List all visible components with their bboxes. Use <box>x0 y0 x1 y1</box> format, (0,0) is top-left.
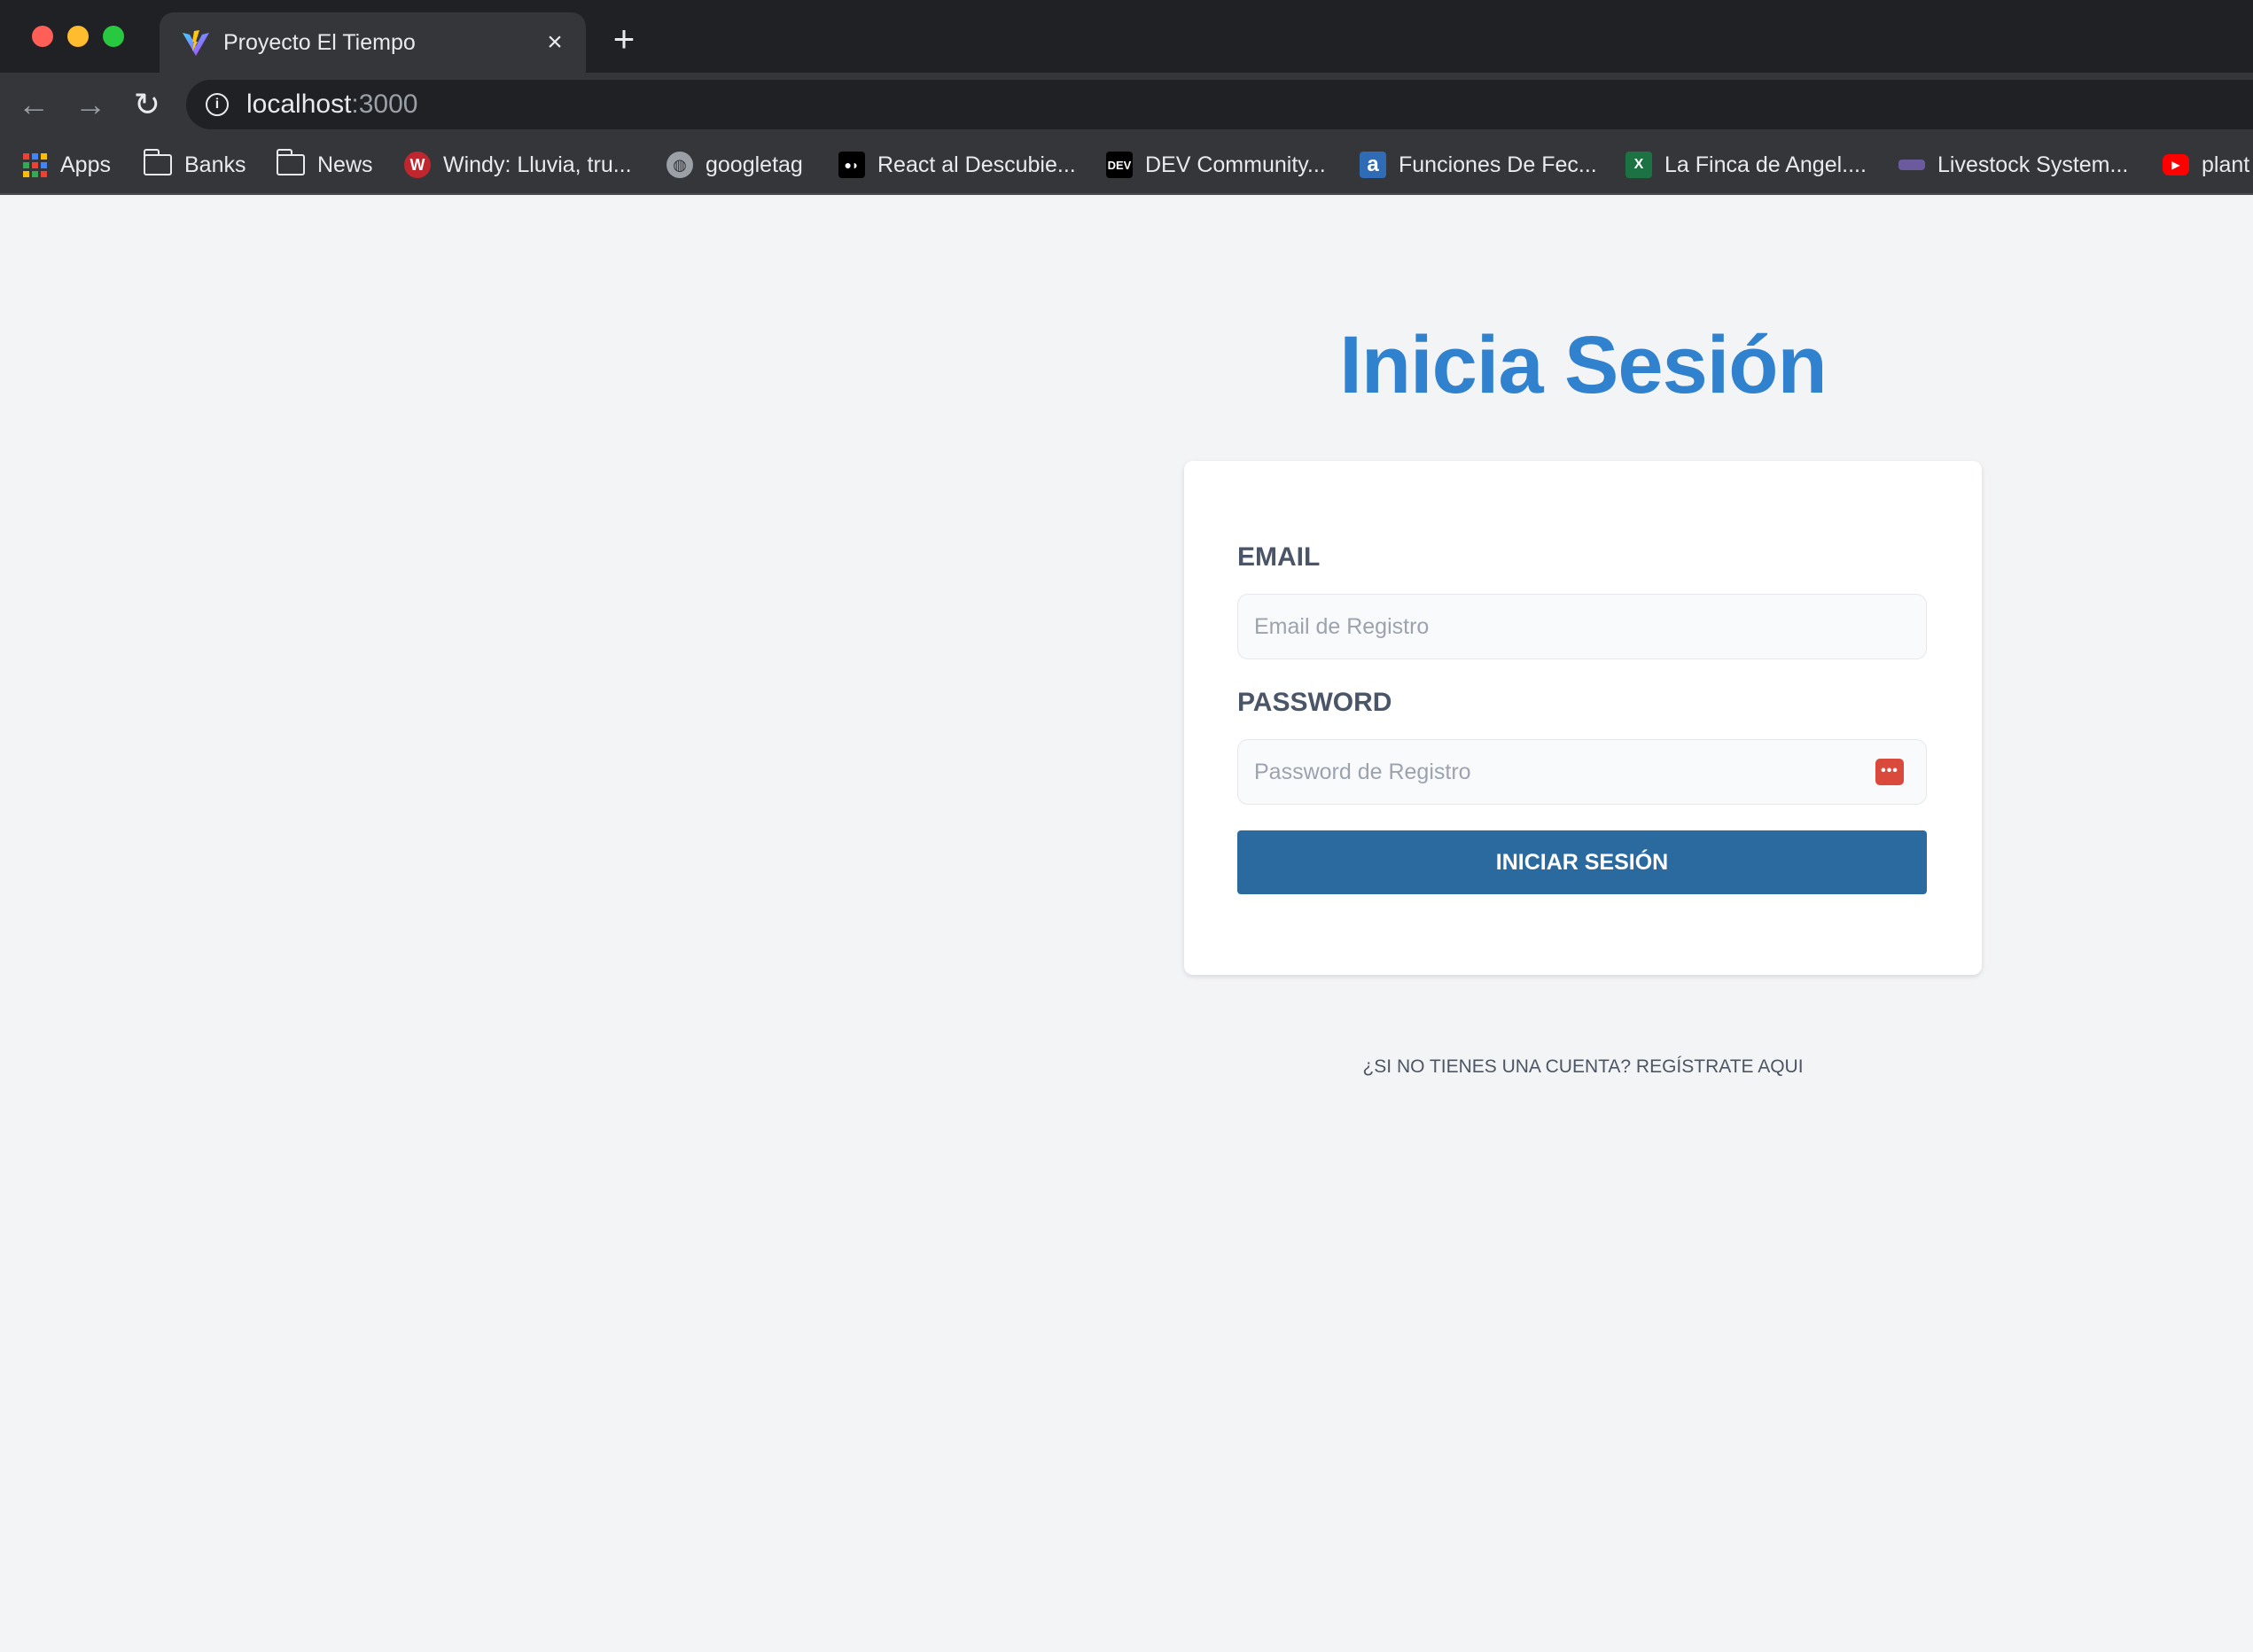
bookmark-react[interactable]: ●◗ React al Descubie... <box>838 136 1076 193</box>
forward-arrow-icon[interactable]: → <box>74 89 106 121</box>
browser-toolbar: ← → ↻ i localhost:3000 <box>0 73 2253 136</box>
address-bar[interactable]: i localhost:3000 <box>186 80 2253 129</box>
page-title: Inicia Sesión <box>1339 320 1827 410</box>
excel-icon: X <box>1625 152 1652 178</box>
tab-title: Proyecto El Tiempo <box>223 30 416 55</box>
email-field[interactable] <box>1237 594 1927 659</box>
bookmark-label: plant <box>2202 152 2250 177</box>
bookmark-label: React al Descubie... <box>877 152 1076 177</box>
browser-tabstrip: Proyecto El Tiempo × + <box>0 0 2253 73</box>
bookmark-label: Banks <box>184 152 246 177</box>
site-info-icon[interactable]: i <box>206 93 229 116</box>
bookmark-label: Funciones De Fec... <box>1399 152 1597 177</box>
vite-logo-icon <box>183 30 209 56</box>
maximize-window-button[interactable] <box>103 26 124 47</box>
email-label: EMAIL <box>1237 542 1321 572</box>
bookmark-label: Windy: Lluvia, tru... <box>443 152 632 177</box>
livestock-icon <box>1898 160 1925 170</box>
bookmark-livestock[interactable]: Livestock System... <box>1898 136 2128 193</box>
bookmark-label: DEV Community... <box>1145 152 1326 177</box>
bookmarks-bar: Apps Banks News W Windy: Lluvia, tru... … <box>0 136 2253 195</box>
youtube-icon: ▶ <box>2163 154 2189 175</box>
bookmark-apps[interactable]: Apps <box>21 136 111 193</box>
windy-icon: W <box>404 152 431 178</box>
folder-icon <box>276 149 305 175</box>
minimize-window-button[interactable] <box>67 26 89 47</box>
back-arrow-icon[interactable]: ← <box>18 89 50 121</box>
bookmark-news[interactable]: News <box>276 136 373 193</box>
a-site-icon: a <box>1360 152 1386 178</box>
bookmark-windy[interactable]: W Windy: Lluvia, tru... <box>404 136 632 193</box>
new-tab-button[interactable]: + <box>608 20 640 58</box>
folder-icon <box>143 149 172 175</box>
login-submit-button[interactable]: Iniciar Sesión <box>1237 830 1927 894</box>
bookmark-finca[interactable]: X La Finca de Angel.... <box>1625 136 1867 193</box>
globe-icon: ◍ <box>667 152 693 178</box>
bookmark-label: Livestock System... <box>1937 152 2129 177</box>
url-host: localhost <box>246 90 352 119</box>
apps-grid-icon <box>21 152 48 178</box>
bookmark-label: News <box>317 152 373 177</box>
dev-icon: DEV <box>1106 152 1133 178</box>
bookmark-banks[interactable]: Banks <box>143 136 246 193</box>
close-window-button[interactable] <box>32 26 53 47</box>
url-text[interactable]: localhost:3000 <box>246 89 417 121</box>
bookmark-label: La Finca de Angel.... <box>1664 152 1867 177</box>
bookmark-plant[interactable]: ▶ plant <box>2163 136 2249 193</box>
bookmark-googletag[interactable]: ◍ googletag <box>667 136 803 193</box>
bookmark-label: Apps <box>60 152 111 177</box>
password-label: PASSWORD <box>1237 688 1392 717</box>
bookmark-label: googletag <box>706 152 803 177</box>
reload-icon[interactable]: ↻ <box>131 89 163 121</box>
url-port: :3000 <box>351 90 418 119</box>
register-link[interactable]: ¿Si no tienes una cuenta? Regístrate aqu… <box>1184 1056 1982 1078</box>
browser-tab-active[interactable]: Proyecto El Tiempo × <box>160 12 586 73</box>
password-manager-icon[interactable]: ••• <box>1875 759 1904 785</box>
bookmark-funciones[interactable]: a Funciones De Fec... <box>1360 136 1597 193</box>
password-field[interactable] <box>1237 739 1927 805</box>
medium-icon: ●◗ <box>838 152 865 178</box>
login-form-card: EMAIL PASSWORD ••• Iniciar Sesión <box>1184 461 1982 975</box>
bookmark-dev[interactable]: DEV DEV Community... <box>1106 136 1326 193</box>
close-tab-icon[interactable]: × <box>541 28 569 57</box>
